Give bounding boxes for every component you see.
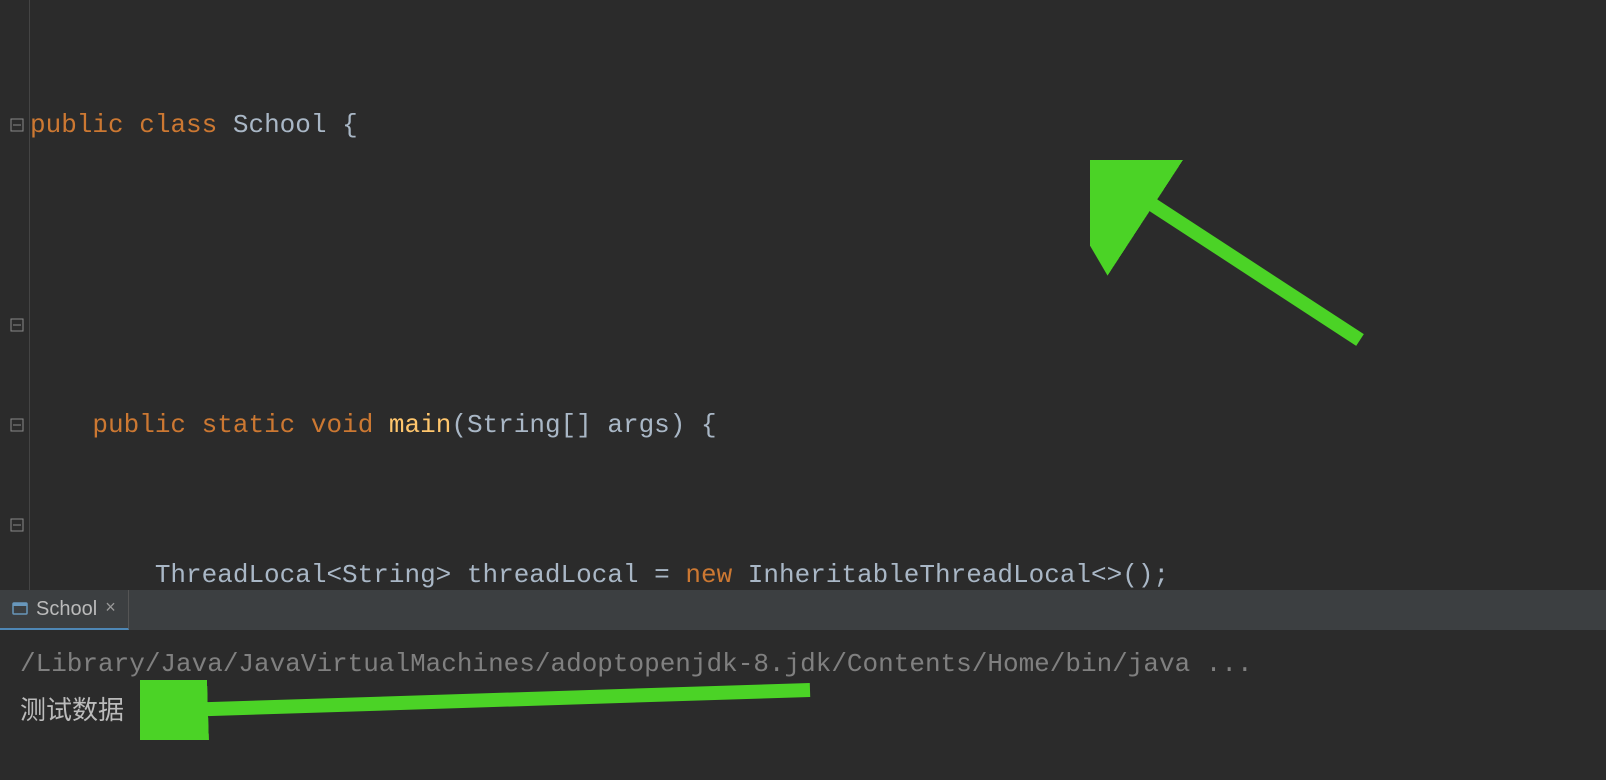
constructor: InheritableThreadLocal<>(); bbox=[748, 560, 1169, 590]
keyword-public: public bbox=[30, 110, 124, 140]
keyword-public: public bbox=[92, 410, 186, 440]
console-output[interactable]: /Library/Java/JavaVirtualMachines/adopto… bbox=[0, 630, 1606, 780]
code-line[interactable] bbox=[30, 250, 1606, 300]
keyword-class: class bbox=[139, 110, 217, 140]
type: ThreadLocal<String> bbox=[155, 560, 451, 590]
code-editor[interactable]: public class School { public static void… bbox=[0, 0, 1606, 590]
fold-icon[interactable] bbox=[10, 318, 24, 332]
console-stdout: 测试数据 bbox=[20, 688, 1586, 736]
keyword-void: void bbox=[311, 410, 373, 440]
method-params: (String[] args) { bbox=[451, 410, 716, 440]
fold-icon[interactable] bbox=[10, 118, 24, 132]
run-tab[interactable]: School × bbox=[0, 590, 129, 630]
keyword-static: static bbox=[202, 410, 296, 440]
console-command: /Library/Java/JavaVirtualMachines/adopto… bbox=[20, 640, 1586, 688]
var: threadLocal bbox=[467, 560, 639, 590]
fold-icon[interactable] bbox=[10, 518, 24, 532]
method-name: main bbox=[389, 410, 451, 440]
class-name: School bbox=[233, 110, 327, 140]
code-line[interactable]: public class School { bbox=[30, 100, 1606, 150]
brace: { bbox=[342, 110, 358, 140]
gutter bbox=[0, 0, 30, 590]
fold-icon[interactable] bbox=[10, 418, 24, 432]
keyword-new: new bbox=[685, 560, 732, 590]
code-line[interactable]: public static void main(String[] args) { bbox=[30, 400, 1606, 450]
run-config-icon bbox=[12, 600, 30, 618]
console-tab-bar: School × bbox=[0, 590, 1606, 630]
tab-label: School bbox=[36, 598, 97, 621]
tab-close-button[interactable]: × bbox=[105, 599, 116, 619]
